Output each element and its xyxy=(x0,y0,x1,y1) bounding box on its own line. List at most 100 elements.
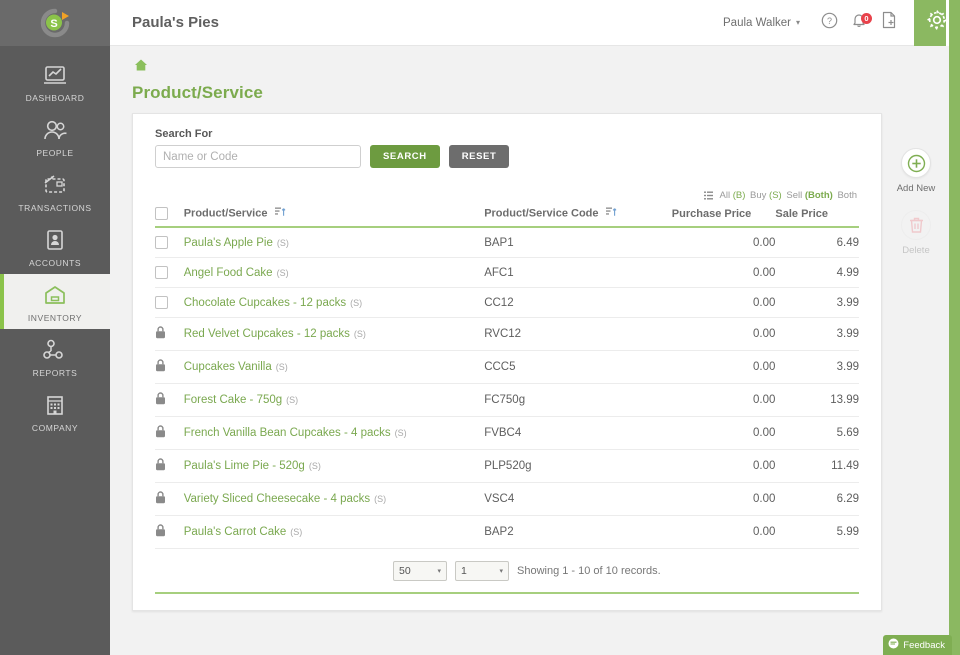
search-input[interactable] xyxy=(155,145,361,168)
product-link[interactable]: French Vanilla Bean Cupcakes - 4 packs xyxy=(184,427,391,439)
notification-badge: 0 xyxy=(861,13,872,24)
home-icon[interactable] xyxy=(134,59,148,76)
row-name-cell: Paula's Carrot Cake(S) xyxy=(184,516,484,549)
dashboard-icon xyxy=(42,64,68,88)
top-bar-gap xyxy=(946,0,949,46)
sort-icon[interactable] xyxy=(606,207,617,220)
help-button[interactable]: ? xyxy=(814,8,844,38)
table-row: Paula's Apple Pie(S)BAP10.006.49 xyxy=(155,227,859,258)
row-code-cell: VSC4 xyxy=(484,483,672,516)
row-sale-price-cell: 4.99 xyxy=(775,258,859,288)
row-checkbox[interactable] xyxy=(155,266,168,279)
table-row: Paula's Lime Pie - 520g(S)PLP520g0.0011.… xyxy=(155,450,859,483)
filter-buy-code[interactable]: (B) xyxy=(733,190,746,201)
main-area: Paula's Pies Paula Walker ▾ ? xyxy=(110,0,960,655)
product-link[interactable]: Paula's Apple Pie xyxy=(184,237,273,249)
row-sale-price-cell: 6.49 xyxy=(775,227,859,258)
sidebar-item-company[interactable]: COMPANY xyxy=(0,384,110,439)
column-header-code[interactable]: Product/Service Code xyxy=(484,204,672,227)
row-checkbox[interactable] xyxy=(155,296,168,309)
delete-button[interactable]: Delete xyxy=(884,210,948,256)
sidebar-item-label: DASHBOARD xyxy=(26,93,85,103)
filter-all[interactable]: All xyxy=(720,190,731,201)
column-header-name[interactable]: Product/Service xyxy=(184,204,484,227)
action-panel: Add New Delete xyxy=(884,148,948,272)
sidebar-item-transactions[interactable]: TRANSACTIONS xyxy=(0,164,110,219)
product-link[interactable]: Cupcakes Vanilla xyxy=(184,361,272,373)
product-link[interactable]: Red Velvet Cupcakes - 12 packs xyxy=(184,328,350,340)
row-purchase-price-cell: 0.00 xyxy=(672,288,776,318)
row-name-cell: Paula's Lime Pie - 520g(S) xyxy=(184,450,484,483)
row-code-cell: AFC1 xyxy=(484,258,672,288)
product-type-tag: (S) xyxy=(354,329,366,339)
sidebar-item-inventory[interactable]: INVENTORY xyxy=(0,274,110,329)
sidebar-item-label: ACCOUNTS xyxy=(29,258,81,268)
sidebar-item-label: COMPANY xyxy=(32,423,78,433)
product-list-card: Search For SEARCH RESET All xyxy=(132,113,882,611)
search-button[interactable]: SEARCH xyxy=(370,145,440,168)
list-icon[interactable] xyxy=(704,190,716,201)
app-logo[interactable]: S xyxy=(0,0,110,46)
sidebar-item-label: REPORTS xyxy=(33,368,78,378)
user-menu[interactable]: Paula Walker ▾ xyxy=(723,17,800,29)
row-name-cell: Red Velvet Cupcakes - 12 packs (S) xyxy=(184,318,484,351)
reset-button[interactable]: RESET xyxy=(449,145,510,168)
row-name-cell: Chocolate Cupcakes - 12 packs (S) xyxy=(184,288,484,318)
sidebar-item-people[interactable]: PEOPLE xyxy=(0,109,110,164)
table-row: Angel Food Cake(S)AFC10.004.99 xyxy=(155,258,859,288)
product-type-tag: (S) xyxy=(277,268,289,278)
page-size-select[interactable]: 50 ▾ xyxy=(393,561,447,581)
new-note-button[interactable] xyxy=(874,8,904,38)
sidebar-item-accounts[interactable]: ACCOUNTS xyxy=(0,219,110,274)
add-new-button[interactable]: Add New xyxy=(884,148,948,194)
row-name-cell: Forest Cake - 750g(S) xyxy=(184,384,484,417)
table-row: Forest Cake - 750g(S)FC750g0.0013.99 xyxy=(155,384,859,417)
page-number-select[interactable]: 1 ▾ xyxy=(455,561,509,581)
product-link[interactable]: Chocolate Cupcakes - 12 packs xyxy=(184,297,346,309)
product-type-tag: (S) xyxy=(395,428,407,438)
row-sale-price-cell: 6.29 xyxy=(775,483,859,516)
sidebar-item-reports[interactable]: REPORTS xyxy=(0,329,110,384)
filter-buy[interactable]: Buy xyxy=(750,190,766,201)
filter-both-code[interactable]: (Both) xyxy=(805,190,833,201)
plus-circle-icon xyxy=(901,148,931,178)
sidebar-item-dashboard[interactable]: DASHBOARD xyxy=(0,54,110,109)
reports-icon xyxy=(42,339,68,363)
lock-icon xyxy=(155,462,166,474)
user-name: Paula Walker xyxy=(723,17,791,29)
notifications-button[interactable]: 0 xyxy=(844,8,874,38)
row-checkbox[interactable] xyxy=(155,236,168,249)
filter-sell-code[interactable]: (S) xyxy=(769,190,782,201)
filter-both[interactable]: Both xyxy=(837,190,857,201)
row-select-cell xyxy=(155,318,184,351)
app-root: S DASHBOARD xyxy=(0,0,960,655)
product-link[interactable]: Angel Food Cake xyxy=(184,267,273,279)
row-select-cell xyxy=(155,351,184,384)
sidebar: S DASHBOARD xyxy=(0,0,110,655)
product-link[interactable]: Variety Sliced Cheesecake - 4 packs xyxy=(184,493,370,505)
page-title: Product/Service xyxy=(132,83,960,103)
row-code-cell: CCC5 xyxy=(484,351,672,384)
content: Product/Service Search For SEARCH RESET xyxy=(110,46,960,611)
row-purchase-price-cell: 0.00 xyxy=(672,417,776,450)
row-purchase-price-cell: 0.00 xyxy=(672,516,776,549)
filter-sell[interactable]: Sell xyxy=(786,190,802,201)
row-sale-price-cell: 3.99 xyxy=(775,351,859,384)
row-code-cell: FVBC4 xyxy=(484,417,672,450)
svg-text:S: S xyxy=(50,18,57,30)
page-size-value: 50 xyxy=(399,565,411,577)
row-sale-price-cell: 13.99 xyxy=(775,384,859,417)
action-label: Delete xyxy=(884,245,948,256)
note-add-icon xyxy=(881,11,897,34)
product-link[interactable]: Forest Cake - 750g xyxy=(184,394,282,406)
select-all-cell xyxy=(155,204,184,227)
product-table: Product/Service Pro xyxy=(155,204,859,549)
sort-icon[interactable] xyxy=(275,207,286,220)
product-link[interactable]: Paula's Lime Pie - 520g xyxy=(184,460,305,472)
product-type-tag: (S) xyxy=(350,298,362,308)
chevron-down-icon: ▾ xyxy=(796,18,800,27)
type-filter-strip: All (B) Buy (S) Sell (Both) Both xyxy=(155,190,859,204)
feedback-button[interactable]: Feedback xyxy=(883,635,952,655)
product-link[interactable]: Paula's Carrot Cake xyxy=(184,526,287,538)
select-all-checkbox[interactable] xyxy=(155,207,168,220)
